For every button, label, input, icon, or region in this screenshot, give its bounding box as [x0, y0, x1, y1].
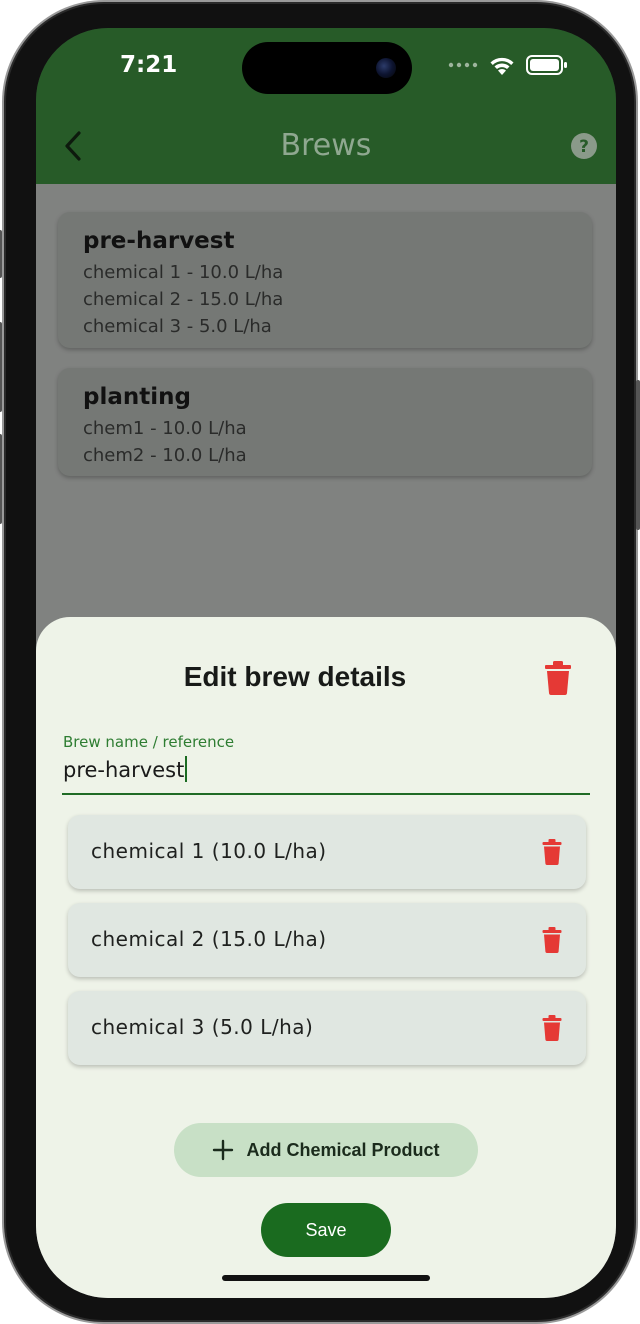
brew-item: chemical 1 - 10.0 L/ha: [83, 262, 284, 283]
battery-icon: [526, 55, 567, 75]
chemical-label: chemical 2 (15.0 L/ha): [91, 927, 327, 951]
dynamic-island: [242, 42, 412, 94]
brew-item: chem1 - 10.0 L/ha: [83, 418, 247, 439]
power-button: [636, 380, 640, 530]
svg-text:?: ?: [579, 137, 589, 157]
chemical-row[interactable]: chemical 1 (10.0 L/ha): [68, 815, 586, 889]
volume-up-button: [0, 322, 2, 412]
brew-name-label: Brew name / reference: [63, 733, 235, 751]
brew-name: pre-harvest: [83, 228, 235, 254]
brew-card[interactable]: pre-harvest chemical 1 - 10.0 L/ha chemi…: [58, 212, 592, 348]
chemical-label: chemical 1 (10.0 L/ha): [91, 839, 327, 863]
phone-frame: 7:21 Brews ? pre-harvest chemical 1 - 10…: [0, 4, 640, 1320]
brew-item: chem2 - 10.0 L/ha: [83, 445, 247, 466]
page-title: Brews: [280, 128, 372, 163]
chemical-row[interactable]: chemical 2 (15.0 L/ha): [68, 903, 586, 977]
mute-switch: [0, 230, 2, 278]
delete-brew-trash-icon[interactable]: [544, 661, 572, 695]
signal-icon: [448, 62, 478, 68]
edit-brew-sheet: Edit brew details Brew name / reference …: [36, 617, 616, 1298]
camera-icon: [376, 58, 396, 78]
app-bar: 7:21 Brews ?: [36, 28, 616, 184]
brew-name-input[interactable]: pre-harvest: [63, 756, 188, 782]
wifi-icon: [490, 57, 514, 75]
brew-name: planting: [83, 384, 191, 410]
volume-down-button: [0, 434, 2, 524]
status-time: 7:21: [120, 52, 178, 78]
status-icons: [448, 54, 568, 76]
input-underline: [62, 793, 590, 795]
delete-chemical-trash-icon[interactable]: [542, 839, 562, 865]
plus-icon: [213, 1139, 234, 1161]
brew-name-value: pre-harvest: [63, 758, 185, 782]
save-button[interactable]: Save: [261, 1203, 391, 1257]
delete-chemical-trash-icon[interactable]: [542, 927, 562, 953]
delete-chemical-trash-icon[interactable]: [542, 1015, 562, 1041]
brew-item: chemical 2 - 15.0 L/ha: [83, 289, 284, 310]
help-icon[interactable]: ?: [570, 132, 598, 160]
add-chemical-button[interactable]: Add Chemical Product: [174, 1123, 478, 1177]
chemical-label: chemical 3 (5.0 L/ha): [91, 1015, 314, 1039]
screen: 7:21 Brews ? pre-harvest chemical 1 - 10…: [36, 28, 616, 1298]
brew-card[interactable]: planting chem1 - 10.0 L/ha chem2 - 10.0 …: [58, 368, 592, 476]
add-chemical-label: Add Chemical Product: [246, 1139, 440, 1160]
sheet-title: Edit brew details: [183, 661, 407, 692]
home-indicator[interactable]: [222, 1275, 430, 1281]
chemical-row[interactable]: chemical 3 (5.0 L/ha): [68, 991, 586, 1065]
brew-item: chemical 3 - 5.0 L/ha: [83, 316, 272, 337]
text-cursor: [185, 756, 188, 782]
